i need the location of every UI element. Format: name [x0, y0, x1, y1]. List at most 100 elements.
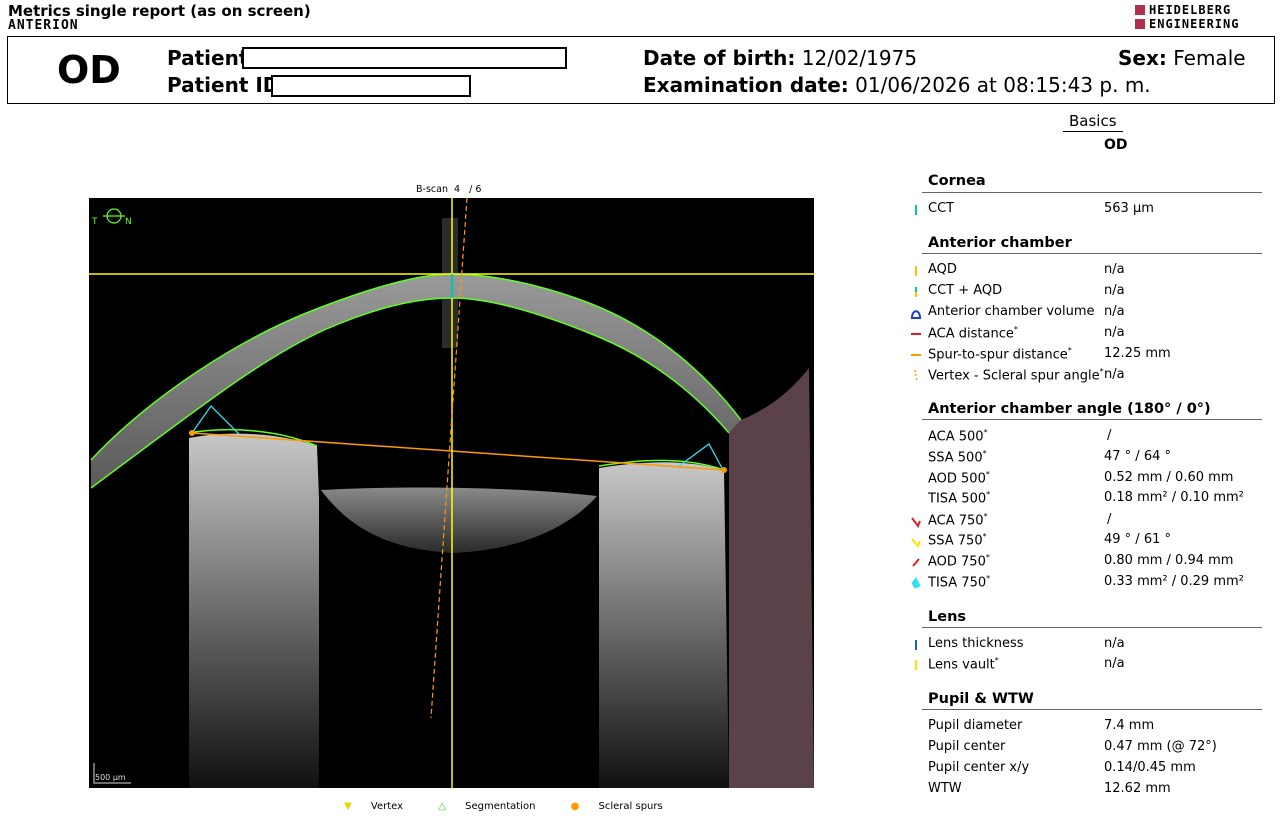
vertex-icon: ▼	[344, 801, 352, 812]
sex: Sex: Female	[1118, 46, 1246, 70]
legend-vertex: ▼ Vertex	[344, 801, 404, 812]
ssa750-icon	[911, 533, 921, 548]
wtw-label: WTW	[928, 781, 962, 796]
eye-label: OD	[57, 48, 121, 92]
aca750-label: ACA 750*	[928, 512, 988, 529]
section-ac-angle: Anterior chamber angle (180° / 0°)	[928, 401, 1211, 417]
patient-id-label: Patient ID:	[167, 73, 288, 97]
divider	[922, 709, 1262, 710]
aca750-value: /	[1107, 512, 1112, 527]
orientation-n: N	[125, 217, 132, 227]
aqd-icon	[911, 263, 921, 277]
legend-scleral-spurs: ● Scleral spurs	[570, 801, 663, 812]
patient-id-redacted	[271, 75, 471, 97]
bscan-label: B-scan 4 / 6	[416, 184, 482, 195]
acv-label: Anterior chamber volume	[928, 304, 1095, 319]
cct-icon	[911, 202, 921, 216]
divider	[922, 627, 1262, 628]
logo-line1: HEIDELBERG	[1149, 3, 1232, 17]
cct-aqd-icon	[911, 284, 921, 298]
lens-vault-value: n/a	[1104, 656, 1125, 671]
vertex-spur-icon	[911, 368, 921, 383]
tisa750-icon	[911, 575, 921, 589]
divider	[922, 192, 1262, 193]
ssa500-label: SSA 500*	[928, 449, 987, 466]
cct-aqd-value: n/a	[1104, 283, 1125, 298]
image-legend: ▼ Vertex △ Segmentation ● Scleral spurs	[344, 801, 695, 812]
acv-icon	[910, 305, 922, 319]
cornea	[91, 274, 741, 488]
section-anterior-chamber: Anterior chamber	[928, 235, 1072, 251]
sts-label: Spur-to-spur distance*	[928, 346, 1072, 363]
scleral-spur-icon: ●	[570, 801, 580, 812]
cct-label: CCT	[928, 201, 955, 216]
exam-date-value: 01/06/2026 at 08:15:43 p. m.	[855, 73, 1151, 97]
section-cornea: Cornea	[928, 173, 986, 189]
dob: Date of birth: 12/02/1975	[643, 46, 918, 70]
divider	[922, 253, 1262, 254]
aca750-icon	[911, 513, 921, 529]
lens-vault-label: Lens vault*	[928, 656, 999, 673]
aod750-label: AOD 750*	[928, 553, 990, 570]
aqd-value: n/a	[1104, 262, 1125, 277]
lens-vault-icon	[911, 657, 921, 671]
aod750-icon	[911, 554, 921, 568]
pupil-diameter-value: 7.4 mm	[1104, 718, 1155, 733]
vertex-spur-label: Vertex - Scleral spur angle*	[928, 367, 1104, 384]
ssa750-label: SSA 750*	[928, 532, 987, 549]
tisa500-label: TISA 500*	[928, 490, 991, 507]
lens-thickness-icon	[911, 637, 921, 651]
section-pupil: Pupil & WTW	[928, 691, 1034, 707]
divider	[922, 419, 1262, 420]
logo-square-top	[1135, 5, 1145, 15]
sclera-right	[729, 368, 814, 788]
logo-line2: ENGINEERING	[1149, 17, 1240, 31]
tisa750-value: 0.33 mm² / 0.29 mm²	[1104, 574, 1244, 589]
pupil-center-xy-label: Pupil center x/y	[928, 760, 1030, 775]
patient-name-redacted	[242, 47, 567, 69]
section-lens: Lens	[928, 609, 967, 625]
dob-value: 12/02/1975	[801, 46, 918, 70]
tisa750-label: TISA 750*	[928, 574, 991, 591]
orientation-t: T	[91, 217, 98, 227]
legend-segmentation: △ Segmentation	[438, 801, 536, 812]
anterior-segmentation	[90, 273, 742, 461]
lens-thickness-label: Lens thickness	[928, 636, 1024, 651]
left-iris	[189, 433, 319, 788]
scale-bar-label: 500 µm	[95, 773, 126, 782]
vertex-spur-value: n/a	[1104, 367, 1125, 382]
ssa750-value: 49 ° / 61 °	[1104, 532, 1171, 547]
lens	[321, 487, 597, 553]
cct-value: 563 µm	[1104, 201, 1154, 216]
lens-thickness-value: n/a	[1104, 636, 1125, 651]
acv-value: n/a	[1104, 304, 1125, 319]
tisa500-value: 0.18 mm² / 0.10 mm²	[1104, 490, 1244, 505]
logo-square-bottom	[1135, 19, 1145, 29]
aod750-value: 0.80 mm / 0.94 mm	[1104, 553, 1234, 568]
sts-value: 12.25 mm	[1104, 346, 1171, 361]
ssa500-value: 47 ° / 64 °	[1104, 449, 1171, 464]
pupil-center-label: Pupil center	[928, 739, 1006, 754]
aca500-label: ACA 500*	[928, 428, 988, 445]
sts-icon	[911, 347, 921, 361]
right-scleral-spur	[721, 467, 727, 473]
panel-eye-label: OD	[1104, 137, 1128, 153]
bscan-image[interactable]: T N 500 µm	[89, 197, 814, 788]
aod500-label: AOD 500*	[928, 470, 990, 487]
tab-basics[interactable]: Basics	[1063, 112, 1123, 132]
segmentation-icon: △	[438, 801, 446, 812]
oct-scan-svg: T N 500 µm	[89, 197, 814, 788]
aca-distance-value: n/a	[1104, 325, 1125, 340]
left-scleral-spur	[189, 430, 195, 436]
aod500-value: 0.52 mm / 0.60 mm	[1104, 470, 1234, 485]
device-name: ANTERION	[8, 18, 79, 33]
wtw-value: 12.62 mm	[1104, 781, 1171, 796]
cct-aqd-label: CCT + AQD	[928, 283, 1003, 298]
exam-date: Examination date: 01/06/2026 at 08:15:43…	[643, 73, 1151, 97]
heidelberg-logo: HEIDELBERG ENGINEERING	[1135, 4, 1275, 32]
pupil-diameter-label: Pupil diameter	[928, 718, 1023, 733]
aca500-value: /	[1107, 428, 1112, 443]
aca-distance-icon	[911, 326, 921, 340]
aqd-label: AQD	[928, 262, 957, 277]
pupil-center-value: 0.47 mm (@ 72°)	[1104, 739, 1217, 754]
